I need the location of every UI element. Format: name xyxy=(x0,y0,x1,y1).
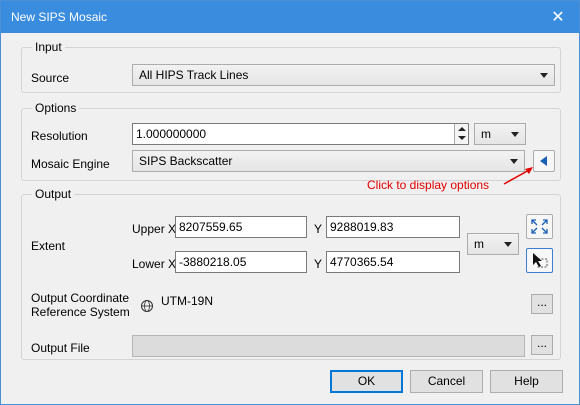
resolution-input[interactable]: 1.000000000 xyxy=(132,123,469,145)
dialog-window: New SIPS Mosaic ✕ Input Source All HIPS … xyxy=(0,0,580,405)
lower-x-input[interactable]: -3880218.05 xyxy=(175,251,307,273)
ok-button[interactable]: OK xyxy=(330,370,403,393)
resolution-label: Resolution xyxy=(31,129,88,143)
crs-value: UTM-19N xyxy=(161,294,214,308)
output-file-input[interactable] xyxy=(132,335,525,357)
full-extent-button[interactable] xyxy=(526,214,553,239)
cursor-select-icon xyxy=(533,253,548,268)
options-annotation: Click to display options xyxy=(367,178,490,192)
output-group-title: Output xyxy=(32,187,75,201)
lower-y-input[interactable]: 4770365.54 xyxy=(326,251,460,273)
mosaic-engine-select[interactable]: SIPS Backscatter xyxy=(132,150,525,172)
help-button[interactable]: Help xyxy=(490,370,563,393)
extent-unit-value: m xyxy=(474,237,484,251)
source-select[interactable]: All HIPS Track Lines xyxy=(132,64,555,86)
spin-up-icon[interactable] xyxy=(458,127,466,131)
resolution-unit-value: m xyxy=(481,127,491,141)
chevron-down-icon xyxy=(504,242,512,247)
resolution-spinner[interactable] xyxy=(454,124,468,144)
output-file-browse-button[interactable]: ... xyxy=(531,335,553,355)
spin-down-icon[interactable] xyxy=(458,136,466,140)
resolution-unit-select[interactable]: m xyxy=(474,123,526,145)
upper-x-input[interactable]: 8207559.65 xyxy=(175,216,307,238)
upper-y-input[interactable]: 9288019.83 xyxy=(326,216,460,238)
chevron-down-icon xyxy=(540,73,548,78)
globe-icon xyxy=(141,300,153,312)
source-label: Source xyxy=(31,71,70,85)
input-group-title: Input xyxy=(32,40,65,54)
upper-x-label: Upper X xyxy=(132,222,177,236)
crs-label: Output Coordinate Reference System xyxy=(31,291,130,319)
chevron-down-icon xyxy=(511,132,519,137)
lower-x-label: Lower X xyxy=(132,257,177,271)
lower-x-value: -3880218.05 xyxy=(179,255,247,269)
crs-label-line1: Output Coordinate xyxy=(31,291,130,305)
lower-y-label: Y xyxy=(314,257,323,271)
annotation-arrow-icon xyxy=(503,167,533,185)
select-extent-button[interactable] xyxy=(526,248,553,273)
extent-unit-select[interactable]: m xyxy=(467,233,519,255)
crs-browse-button[interactable]: ... xyxy=(531,294,553,314)
output-file-label: Output File xyxy=(31,341,90,355)
upper-y-value: 9288019.83 xyxy=(330,220,394,234)
expand-icon xyxy=(531,219,548,234)
window-title: New SIPS Mosaic xyxy=(11,10,108,24)
mosaic-engine-value: SIPS Backscatter xyxy=(139,154,233,168)
source-select-value: All HIPS Track Lines xyxy=(139,68,249,82)
resolution-input-value: 1.000000000 xyxy=(136,127,207,141)
upper-y-label: Y xyxy=(314,222,323,236)
crs-label-line2: Reference System xyxy=(31,305,130,319)
extent-label: Extent xyxy=(31,239,66,253)
title-bar: New SIPS Mosaic ✕ xyxy=(1,1,579,33)
cancel-button[interactable]: Cancel xyxy=(410,370,483,393)
upper-x-value: 8207559.65 xyxy=(179,220,243,234)
options-group-title: Options xyxy=(32,101,80,115)
lower-y-value: 4770365.54 xyxy=(330,255,394,269)
mosaic-engine-label: Mosaic Engine xyxy=(31,157,110,171)
close-icon[interactable]: ✕ xyxy=(549,7,567,27)
